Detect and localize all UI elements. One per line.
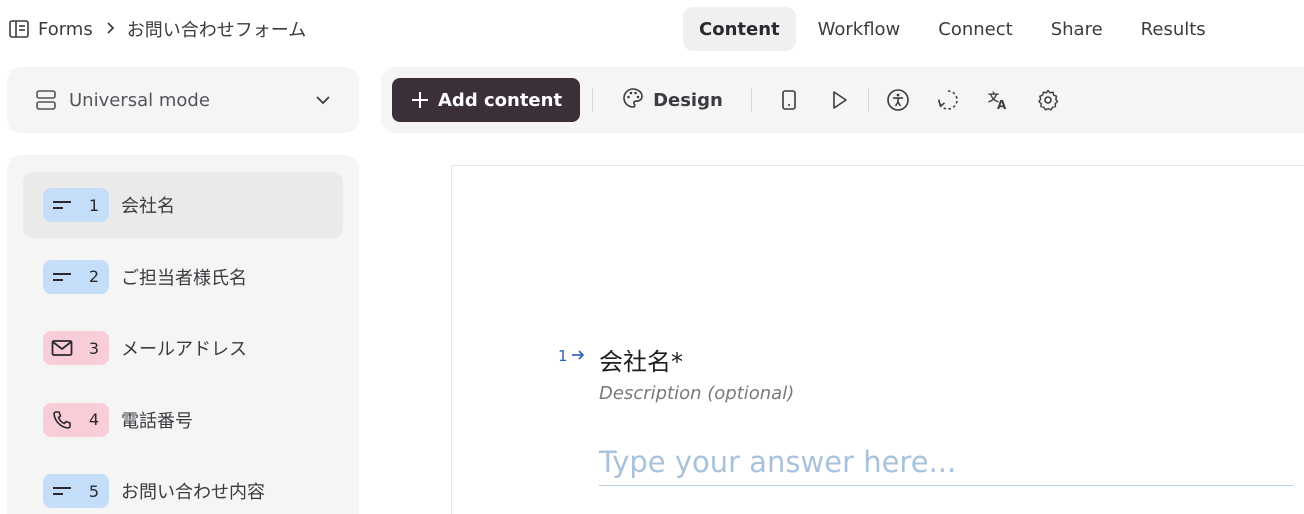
question-title: メールアドレス <box>121 339 247 360</box>
tab-connect[interactable]: Connect <box>922 7 1028 51</box>
breadcrumb: Forms お問い合わせフォーム <box>8 16 306 42</box>
mode-label: Universal mode <box>69 89 210 111</box>
tab-workflow[interactable]: Workflow <box>802 7 917 51</box>
question-title: 会社名 <box>121 196 175 217</box>
question-number: 3 <box>88 338 99 358</box>
toolbar-divider <box>867 88 869 112</box>
design-label: Design <box>653 89 723 111</box>
editor-toolbar: Add content Design 文A <box>381 67 1304 133</box>
breadcrumb-root[interactable]: Forms <box>38 19 93 40</box>
question-item[interactable]: 2 ご担当者様氏名 <box>23 244 343 310</box>
logic-icon[interactable] <box>923 78 973 122</box>
tab-content[interactable]: Content <box>683 7 796 51</box>
question-badge: 3 <box>43 331 109 365</box>
palette-icon <box>621 86 645 115</box>
question-badge: 4 <box>43 402 109 437</box>
layout-icon <box>35 89 57 111</box>
tab-share[interactable]: Share <box>1035 7 1119 51</box>
question-title: ご担当者様氏名 <box>121 267 247 289</box>
question-item[interactable]: 3 メールアドレス <box>23 315 343 381</box>
question-number-indicator: 1 <box>558 347 585 365</box>
arrow-right-icon <box>571 347 585 365</box>
play-icon[interactable] <box>814 78 864 122</box>
question-badge: 2 <box>43 259 109 294</box>
main-tabs: Content Workflow Connect Share Results <box>683 7 1228 51</box>
toolbar-divider <box>592 88 594 112</box>
short-text-icon <box>51 480 73 502</box>
question-badge: 5 <box>43 474 109 508</box>
question-number: 5 <box>88 481 99 501</box>
chevron-right-icon <box>105 20 115 39</box>
question-number: 4 <box>88 410 99 429</box>
translate-icon[interactable]: 文A <box>973 78 1023 122</box>
mode-selector[interactable]: Universal mode <box>7 67 359 133</box>
question-badge: 1 <box>43 188 109 222</box>
short-text-icon <box>51 194 73 216</box>
breadcrumb-current[interactable]: お問い合わせフォーム <box>127 16 306 42</box>
question-title: 電話番号 <box>121 410 193 432</box>
editor-question-title[interactable]: 会社名* <box>599 342 683 377</box>
chevron-down-icon <box>313 90 333 110</box>
question-item[interactable]: 4 電話番号 <box>23 387 343 453</box>
accessibility-icon[interactable] <box>873 78 923 122</box>
form-icon <box>8 18 30 40</box>
short-text-icon <box>51 266 73 288</box>
top-bar: Forms お問い合わせフォーム Content Workflow Connec… <box>0 0 1304 58</box>
editor-description-field[interactable]: Description (optional) <box>599 383 794 404</box>
editor-question-number: 1 <box>558 347 568 365</box>
question-item[interactable]: 5 お問い合わせ内容 <box>23 458 343 514</box>
mobile-preview-icon[interactable] <box>764 78 814 122</box>
phone-icon <box>51 409 73 431</box>
settings-icon[interactable] <box>1023 78 1073 122</box>
svg-text:A: A <box>997 98 1007 112</box>
email-icon <box>51 337 73 359</box>
question-number: 1 <box>88 195 99 215</box>
tab-results[interactable]: Results <box>1125 7 1222 51</box>
design-button[interactable]: Design <box>605 78 739 122</box>
question-title: お問い合わせ内容 <box>121 482 265 503</box>
question-list: 1 会社名 2 ご担当者様氏名 3 メールアドレス 4 電話番号 5 お問い合わ… <box>7 155 359 514</box>
toolbar-divider <box>750 88 752 112</box>
answer-preview-input[interactable] <box>599 438 1293 486</box>
add-content-button[interactable]: Add content <box>392 78 581 122</box>
add-content-label: Add content <box>438 89 563 111</box>
question-number: 2 <box>88 267 99 286</box>
plus-icon <box>410 90 430 110</box>
question-item[interactable]: 1 会社名 <box>23 172 343 238</box>
